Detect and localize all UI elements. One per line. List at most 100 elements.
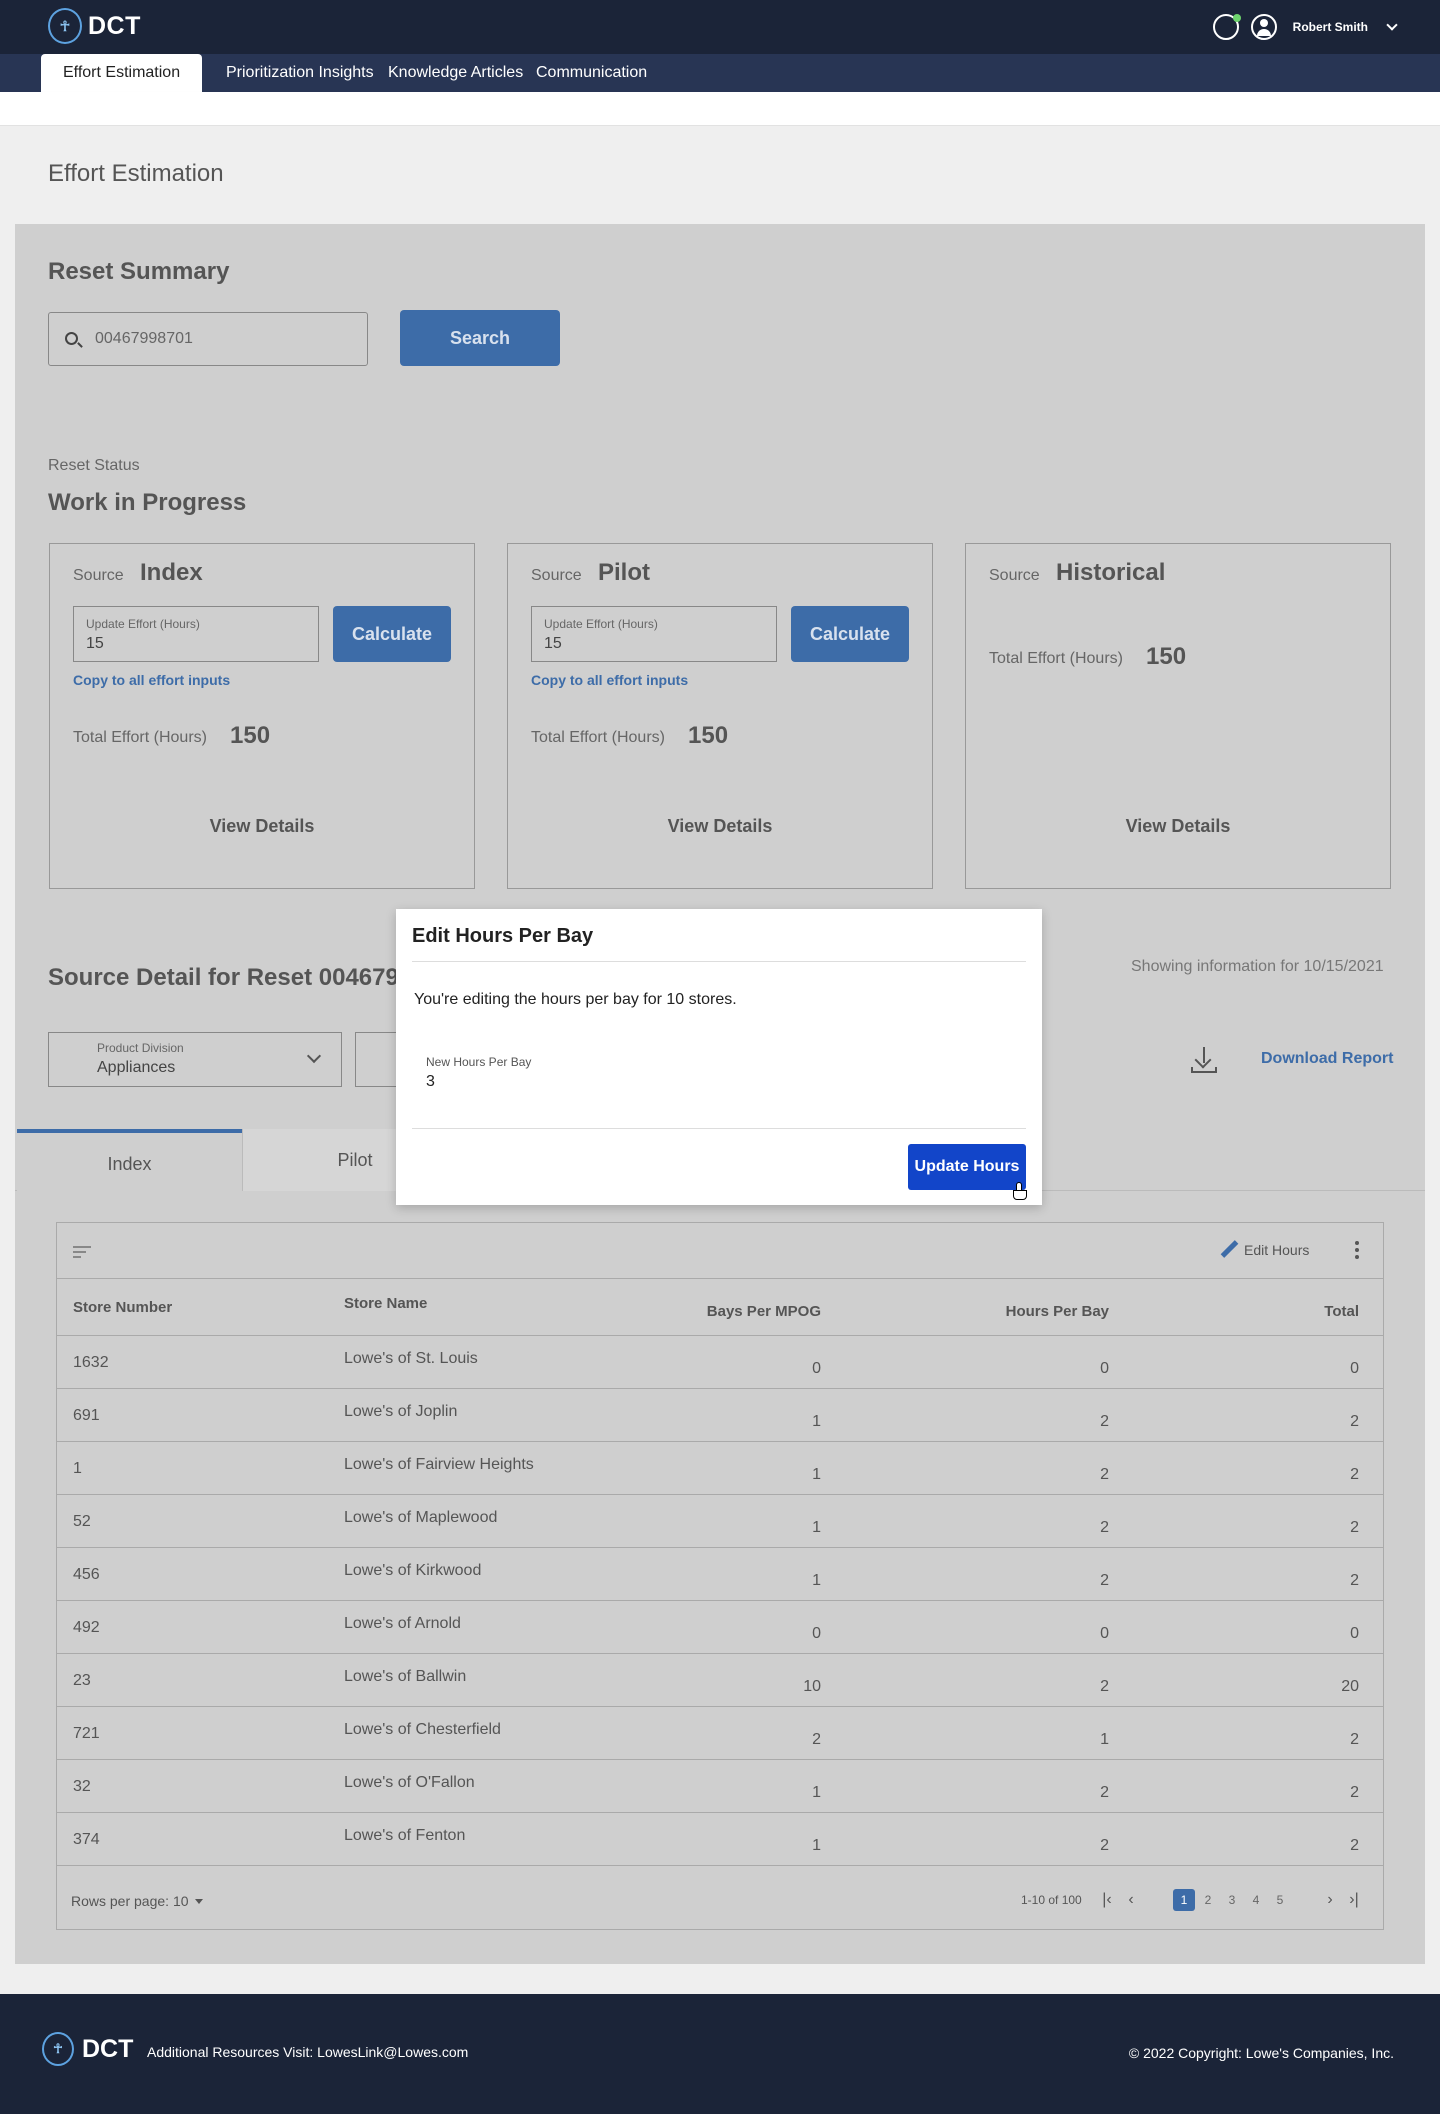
- table-row[interactable]: 374 Lowe's of Fenton 1 2 2: [57, 1813, 1383, 1866]
- update-effort-input[interactable]: Update Effort (Hours) 15: [531, 606, 777, 662]
- stores-table: Edit Hours Store Number Store Name Bays …: [56, 1222, 1384, 1930]
- table-toolbar: Edit Hours: [57, 1223, 1383, 1279]
- cell-store-name: Lowe's of St. Louis: [344, 1350, 478, 1367]
- footer-logo-text: DCT: [82, 2034, 134, 2063]
- tab-index[interactable]: Index: [17, 1129, 242, 1191]
- source-detail-title: Source Detail for Reset 0046799: [48, 964, 413, 991]
- footer-resources[interactable]: Additional Resources Visit: LowesLink@Lo…: [147, 2044, 468, 2060]
- source-label: Source: [531, 567, 582, 584]
- cell-store-name: Lowe's of O'Fallon: [344, 1774, 475, 1791]
- cell-total: 0: [1350, 1625, 1359, 1642]
- view-details-button[interactable]: View Details: [966, 816, 1390, 837]
- update-hours-button[interactable]: Update Hours: [908, 1144, 1026, 1190]
- cell-store-name: Lowe's of Ballwin: [344, 1668, 467, 1685]
- product-division-select[interactable]: Product Division Appliances: [48, 1032, 342, 1087]
- nav-tab-prioritization-insights[interactable]: Prioritization Insights: [226, 54, 374, 92]
- last-page-icon[interactable]: ›|: [1343, 1889, 1365, 1911]
- table-row[interactable]: 32 Lowe's of O'Fallon 1 2 2: [57, 1760, 1383, 1813]
- app-logo[interactable]: ☥ DCT: [48, 8, 141, 44]
- showing-info-date: Showing information for 10/15/2021: [1131, 958, 1384, 975]
- caret-down-icon[interactable]: [195, 1899, 203, 1904]
- calculate-button[interactable]: Calculate: [333, 606, 451, 662]
- next-page-icon[interactable]: ›: [1319, 1889, 1341, 1911]
- cell-store-name: Lowe's of Fairview Heights: [344, 1456, 534, 1473]
- cell-hours-per-bay: 1: [1100, 1731, 1109, 1748]
- source-label: Source: [73, 567, 124, 584]
- user-name[interactable]: Robert Smith: [1293, 20, 1368, 34]
- calculate-button[interactable]: Calculate: [791, 606, 909, 662]
- source-card-pilot: Source Pilot Update Effort (Hours) 15 Ca…: [507, 543, 933, 889]
- view-details-button[interactable]: View Details: [508, 816, 932, 837]
- cell-bays-per-mpog: 2: [812, 1731, 821, 1748]
- view-details-button[interactable]: View Details: [50, 816, 474, 837]
- table-row[interactable]: 456 Lowe's of Kirkwood 1 2 2: [57, 1548, 1383, 1601]
- column-header-bays-per-mpog[interactable]: Bays Per MPOG: [707, 1303, 821, 1320]
- notification-bell-icon[interactable]: [1212, 14, 1241, 40]
- page-number-button[interactable]: 1: [1173, 1889, 1195, 1911]
- table-row[interactable]: 721 Lowe's of Chesterfield 2 1 2: [57, 1707, 1383, 1760]
- new-hours-per-bay-input[interactable]: 3: [426, 1073, 435, 1091]
- column-header-total[interactable]: Total: [1324, 1303, 1359, 1320]
- search-input[interactable]: 00467998701: [48, 312, 368, 366]
- update-effort-input[interactable]: Update Effort (Hours) 15: [73, 606, 319, 662]
- divider: [412, 1128, 1026, 1129]
- cell-store-number: 374: [73, 1831, 100, 1848]
- pencil-icon[interactable]: [1219, 1240, 1239, 1260]
- table-row[interactable]: 1 Lowe's of Fairview Heights 1 2 2: [57, 1442, 1383, 1495]
- source-card-index: Source Index Update Effort (Hours) 15 Ca…: [49, 543, 475, 889]
- table-row[interactable]: 492 Lowe's of Arnold 0 0 0: [57, 1601, 1383, 1654]
- total-effort-value: 150: [688, 722, 729, 749]
- nav-tab-communication[interactable]: Communication: [536, 54, 647, 92]
- reset-status-label: Reset Status: [48, 457, 140, 474]
- new-hours-caption: New Hours Per Bay: [426, 1055, 532, 1069]
- copy-to-all-link[interactable]: Copy to all effort inputs: [73, 672, 230, 688]
- cell-hours-per-bay: 0: [1100, 1360, 1109, 1377]
- filter-icon[interactable]: [73, 1246, 91, 1258]
- cell-store-name: Lowe's of Kirkwood: [344, 1562, 482, 1579]
- table-row[interactable]: 23 Lowe's of Ballwin 10 2 20: [57, 1654, 1383, 1707]
- select-value: Appliances: [97, 1059, 176, 1076]
- page-title: Effort Estimation: [48, 160, 224, 187]
- input-value: 15: [544, 635, 562, 652]
- column-header-store-name[interactable]: Store Name: [344, 1295, 427, 1312]
- copy-to-all-link[interactable]: Copy to all effort inputs: [531, 672, 688, 688]
- logo-icon: ☥: [42, 2032, 74, 2066]
- cell-hours-per-bay: 2: [1100, 1466, 1109, 1483]
- more-options-icon[interactable]: [1355, 1241, 1359, 1261]
- cell-bays-per-mpog: 10: [803, 1678, 821, 1695]
- page-number-button[interactable]: 3: [1221, 1889, 1243, 1911]
- table-row[interactable]: 1632 Lowe's of St. Louis 0 0 0: [57, 1336, 1383, 1389]
- table-row[interactable]: 52 Lowe's of Maplewood 1 2 2: [57, 1495, 1383, 1548]
- chevron-down-icon[interactable]: [1386, 19, 1398, 31]
- page-number-button[interactable]: 2: [1197, 1889, 1219, 1911]
- column-header-hours-per-bay[interactable]: Hours Per Bay: [1006, 1303, 1109, 1320]
- rows-per-page-select[interactable]: Rows per page: 10: [71, 1893, 189, 1909]
- nav-tab-knowledge-articles[interactable]: Knowledge Articles: [388, 54, 523, 92]
- cell-bays-per-mpog: 1: [812, 1837, 821, 1854]
- nav-tab-effort-estimation[interactable]: Effort Estimation: [41, 54, 203, 92]
- total-effort-value: 150: [230, 722, 271, 749]
- first-page-icon[interactable]: |‹: [1096, 1889, 1118, 1911]
- column-header-store-number[interactable]: Store Number: [73, 1299, 172, 1316]
- cell-hours-per-bay: 2: [1100, 1784, 1109, 1801]
- table-row[interactable]: 691 Lowe's of Joplin 1 2 2: [57, 1389, 1383, 1442]
- edit-hours-button[interactable]: Edit Hours: [1244, 1242, 1309, 1258]
- pagination: Rows per page: 10 1-10 of 100 |‹ ‹ 12345…: [57, 1871, 1383, 1931]
- footer-logo[interactable]: ☥ DCT: [42, 2032, 133, 2066]
- cell-hours-per-bay: 2: [1100, 1413, 1109, 1430]
- reset-status-value: Work in Progress: [48, 489, 247, 516]
- source-name: Index: [140, 559, 203, 586]
- app-header: ☥ DCT Robert Smith: [0, 0, 1440, 54]
- search-button[interactable]: Search: [400, 310, 560, 366]
- user-avatar-icon[interactable]: [1250, 14, 1277, 40]
- download-icon[interactable]: [1191, 1047, 1217, 1073]
- page-number-button[interactable]: 5: [1269, 1889, 1291, 1911]
- search-icon: [65, 332, 78, 345]
- reset-summary-title: Reset Summary: [48, 258, 230, 285]
- previous-page-icon[interactable]: ‹: [1120, 1889, 1142, 1911]
- download-report-link[interactable]: Download Report: [1261, 1050, 1393, 1068]
- cell-bays-per-mpog: 1: [812, 1413, 821, 1430]
- page-number-button[interactable]: 4: [1245, 1889, 1267, 1911]
- input-value: 15: [86, 635, 104, 652]
- footer-copyright: © 2022 Copyright: Lowe's Companies, Inc.: [1128, 2045, 1394, 2061]
